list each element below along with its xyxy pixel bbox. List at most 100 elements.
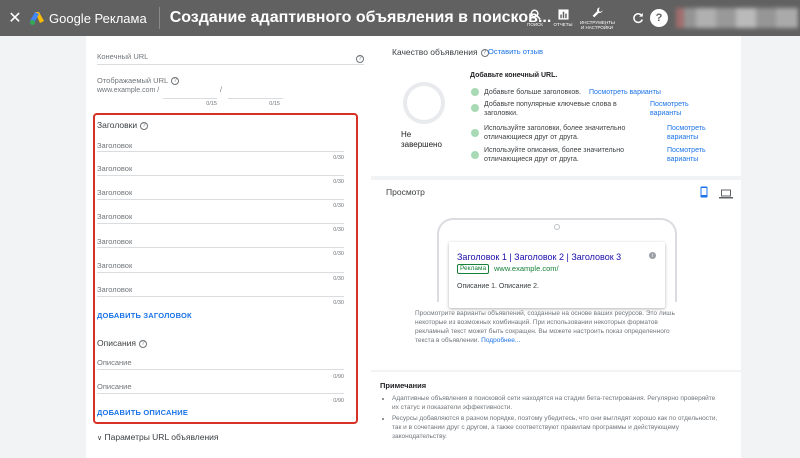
quality-headline: Добавьте конечный URL. bbox=[470, 72, 558, 79]
description-counter: 0/90 bbox=[333, 374, 344, 380]
headline-underline bbox=[97, 247, 344, 248]
preview-title: Просмотр bbox=[386, 187, 425, 197]
display-url-label-wrap: Отображаемый URL? bbox=[97, 76, 180, 86]
notes-title: Примечания bbox=[380, 381, 427, 390]
headline-underline bbox=[97, 151, 344, 152]
help-circle-icon: ? bbox=[356, 54, 364, 63]
desktop-view-button[interactable] bbox=[719, 186, 733, 204]
header-divider bbox=[158, 7, 160, 29]
strength-status: Не завершено bbox=[401, 130, 442, 149]
ad-preview-title: Заголовок 1 | Заголовок 2 | Заголовок 3 bbox=[457, 252, 622, 262]
quality-tip: Используйте описания, более значительно … bbox=[484, 147, 624, 163]
headline-underline bbox=[97, 223, 344, 224]
description-counter: 0/90 bbox=[333, 398, 344, 404]
descriptions-title: Описания bbox=[97, 338, 136, 348]
view-options-link[interactable]: Посмотреть варианты bbox=[667, 146, 711, 164]
notes-list: Адаптивные объявления в поисковой сети н… bbox=[392, 394, 722, 443]
reports-icon bbox=[557, 9, 569, 20]
headline-counter: 0/30 bbox=[333, 251, 344, 257]
quality-tip: Используйте заголовки, более значительно… bbox=[484, 125, 626, 141]
headlines-section-title: Заголовки? bbox=[97, 120, 149, 130]
headline-input[interactable]: Заголовок bbox=[97, 285, 132, 294]
headlines-title: Заголовки bbox=[97, 120, 138, 130]
mobile-view-button[interactable] bbox=[700, 185, 708, 203]
view-options-link[interactable]: Посмотреть варианты bbox=[667, 124, 711, 142]
path2-counter: 0/15 bbox=[269, 101, 280, 107]
headline-underline bbox=[97, 175, 344, 176]
description-input[interactable]: Описание bbox=[97, 382, 132, 391]
add-description-button[interactable]: ДОБАВИТЬ ОПИСАНИЕ bbox=[97, 408, 188, 417]
status-dot bbox=[471, 151, 479, 159]
ad-badge: Реклама bbox=[457, 264, 490, 274]
final-url-field[interactable]: Конечный URL bbox=[97, 52, 148, 61]
help-circle-icon[interactable]: ? bbox=[140, 121, 149, 130]
ad-preview-url: www.example.com/ bbox=[494, 264, 559, 273]
phone-camera bbox=[554, 224, 560, 230]
description-underline bbox=[97, 369, 344, 370]
chevron-down-icon: ∨ bbox=[97, 435, 103, 442]
path2-field[interactable] bbox=[228, 98, 283, 99]
display-url-prefix: www.example.com / bbox=[97, 87, 160, 94]
laptop-icon bbox=[719, 189, 733, 199]
google-ads-logo-icon bbox=[30, 11, 44, 25]
headline-counter: 0/30 bbox=[333, 179, 344, 185]
note-item: Ресурсы добавляются в разном порядке, по… bbox=[392, 414, 722, 441]
final-url-underline bbox=[97, 64, 364, 65]
path1-field[interactable] bbox=[163, 98, 217, 99]
headline-input[interactable]: Заголовок bbox=[97, 237, 132, 246]
headline-input[interactable]: Заголовок bbox=[97, 212, 132, 221]
headline-counter: 0/30 bbox=[333, 276, 344, 282]
wrench-icon bbox=[592, 6, 603, 17]
add-headline-button[interactable]: ДОБАВИТЬ ЗАГОЛОВОК bbox=[97, 311, 192, 320]
tools-button[interactable]: ИНСТРУМЕНТЫ И НАСТРОЙКИ bbox=[580, 0, 615, 36]
descriptions-section-title: Описания? bbox=[97, 338, 147, 348]
headline-counter: 0/30 bbox=[333, 227, 344, 233]
view-options-link[interactable]: Посмотреть варианты bbox=[650, 100, 694, 118]
search-button[interactable]: ПОИСК bbox=[525, 0, 545, 36]
reports-button[interactable]: ОТЧЕТЫ bbox=[553, 0, 573, 36]
smartphone-icon bbox=[700, 186, 708, 198]
quality-tip: Добавьте популярные ключевые слова в заг… bbox=[484, 101, 617, 117]
headline-counter: 0/30 bbox=[333, 300, 344, 306]
refresh-button[interactable] bbox=[629, 9, 647, 27]
close-icon[interactable]: ✕ bbox=[0, 0, 30, 36]
google-ads-logo[interactable]: Google Реклама bbox=[30, 11, 147, 26]
headline-input[interactable]: Заголовок bbox=[97, 188, 132, 197]
headline-counter: 0/30 bbox=[333, 203, 344, 209]
headline-input[interactable]: Заголовок bbox=[97, 141, 132, 150]
headline-underline bbox=[97, 296, 344, 297]
reports-label: ОТЧЕТЫ bbox=[553, 22, 573, 27]
description-input[interactable]: Описание bbox=[97, 358, 132, 367]
refresh-icon bbox=[633, 13, 644, 24]
help-button[interactable]: ? bbox=[650, 9, 668, 27]
status-dot bbox=[471, 88, 479, 96]
note-item: Адаптивные объявления в поисковой сети н… bbox=[392, 394, 722, 412]
headline-input[interactable]: Заголовок bbox=[97, 261, 132, 270]
status-dot bbox=[471, 104, 479, 112]
headline-counter: 0/30 bbox=[333, 155, 344, 161]
path-separator: / bbox=[220, 87, 222, 94]
account-avatar[interactable] bbox=[676, 8, 798, 28]
help-circle-icon[interactable]: ? bbox=[139, 339, 147, 348]
strength-ring bbox=[403, 82, 445, 124]
preview-note: Просмотрите варианты объявлений, созданн… bbox=[415, 309, 685, 345]
display-url-label: Отображаемый URL bbox=[97, 76, 169, 85]
help-icon: ? bbox=[655, 12, 663, 24]
ad-preview-description: Описание 1. Описание 2. bbox=[457, 283, 539, 290]
ad-strength-title: Качество объявления bbox=[392, 47, 478, 57]
logo-text: Google Реклама bbox=[49, 10, 147, 26]
search-label: ПОИСК bbox=[527, 22, 543, 27]
ad-strength-title-wrap: Качество объявления? bbox=[392, 47, 489, 57]
feedback-link[interactable]: Оставить отзыв bbox=[488, 47, 543, 56]
info-icon[interactable]: i bbox=[649, 252, 656, 259]
path1-counter: 0/15 bbox=[206, 101, 217, 107]
help-circle-icon[interactable]: ? bbox=[171, 77, 180, 86]
learn-more-link[interactable]: Подробнее... bbox=[481, 337, 520, 344]
headline-input[interactable]: Заголовок bbox=[97, 164, 132, 173]
tools-label: ИНСТРУМЕНТЫ И НАСТРОЙКИ bbox=[580, 19, 615, 30]
url-params-expander[interactable]: ∨ Параметры URL объявления bbox=[97, 432, 219, 442]
view-options-link[interactable]: Посмотреть варианты bbox=[589, 88, 661, 97]
description-underline bbox=[97, 393, 344, 394]
final-url-help[interactable]: ? bbox=[353, 50, 364, 68]
url-params-label: Параметры URL объявления bbox=[104, 432, 219, 442]
